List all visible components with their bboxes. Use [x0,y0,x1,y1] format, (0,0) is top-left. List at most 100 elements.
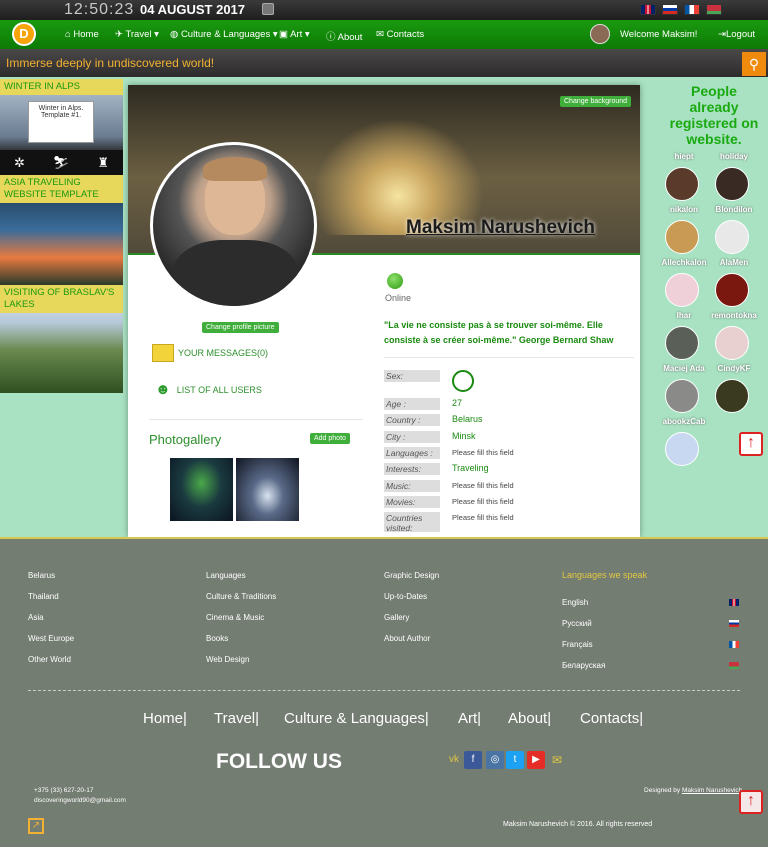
user-avatar[interactable] [715,220,749,254]
france-flag-icon[interactable] [684,4,700,15]
language-option[interactable]: Русский [562,619,592,628]
nav-home[interactable]: ⌂ Home [65,29,99,40]
logout-link[interactable]: ⇥Logout [718,29,755,40]
expand-icon[interactable]: ↗ [28,818,44,834]
user-name[interactable]: Blondilon [704,205,764,214]
card-preview: Winter in Alps. Template #1. [28,101,94,143]
footer-nav-item[interactable]: Contacts| [580,710,643,727]
language-option[interactable]: English [562,598,588,607]
languages-title: Languages we speak [562,570,648,580]
email-icon[interactable]: ✉ [548,751,566,769]
sidebar-card-braslav[interactable]: VISITING OF BRASLAV'S LAKES [0,285,123,393]
user-name[interactable]: abookzCab [654,417,714,426]
footer-link[interactable]: Languages [206,571,246,580]
user-avatar[interactable] [715,379,749,413]
gallery-title: Photogallery [149,432,222,447]
calendar-icon[interactable] [262,3,274,15]
user-avatar[interactable] [665,432,699,466]
online-status-icon [387,273,403,289]
footer-link[interactable]: Web Design [206,655,249,664]
footer-nav-item[interactable]: Home| [143,710,187,727]
footer-link[interactable]: West Europe [28,634,74,643]
sidebar-card-asia[interactable]: ASIA TRAVELING WEBSITE TEMPLATE [0,175,123,285]
user-avatar[interactable] [665,379,699,413]
field-value-movies: Please fill this field [452,497,514,506]
russia-flag-icon[interactable] [729,620,739,627]
user-avatar[interactable] [665,167,699,201]
footer-link[interactable]: About Author [384,634,430,643]
user-avatar[interactable] [665,273,699,307]
user-name[interactable]: remontokna [704,311,764,320]
ticker-bar: Immerse deeply in undiscovered world! [0,49,768,77]
footer-nav-item[interactable]: About| [508,710,551,727]
user-avatar[interactable] [715,326,749,360]
belarus-flag-icon[interactable] [706,4,722,15]
language-option[interactable]: Беларуская [562,661,605,670]
footer-link[interactable]: Other World [28,655,71,664]
instagram-icon[interactable]: ◎ [486,751,504,769]
uk-flag-icon[interactable] [640,4,656,15]
field-label-languages: Languages : [384,447,440,459]
footer-email[interactable]: discoveringworld90@gmail.com [34,797,126,804]
change-profile-picture-button[interactable]: Change profile picture [202,322,279,333]
footer-link[interactable]: Up-to-Dates [384,592,427,601]
nav-culture[interactable]: ◍ Culture & Languages ▾ [170,29,278,40]
russia-flag-icon[interactable] [662,4,678,15]
add-photo-button[interactable]: Add photo [310,433,350,444]
change-background-button[interactable]: Change background [560,96,632,107]
uk-flag-icon[interactable] [729,599,739,606]
nav-art[interactable]: ▣ Art ▾ [279,29,310,40]
designer-link[interactable]: Maksim Narushevich [682,787,742,794]
footer-link[interactable]: Books [206,634,228,643]
user-name[interactable]: CindyKF [704,364,764,373]
user-name[interactable]: AlaMen [704,258,764,267]
footer-link[interactable]: Cinema & Music [206,613,264,622]
field-value-interests: Traveling [452,463,489,473]
nav-about[interactable]: ⓘ About [326,29,362,43]
envelope-icon [152,344,174,362]
user-avatar[interactable] [665,326,699,360]
field-value-country: Belarus [452,414,483,424]
field-label-movies: Movies: [384,496,440,508]
field-value-age: 27 [452,398,463,408]
search-button[interactable]: ⚲ [742,52,766,76]
facebook-icon[interactable]: f [464,751,482,769]
field-label-country: Country : [384,414,440,426]
user-avatar[interactable] [665,220,699,254]
vk-icon[interactable]: vk [445,751,463,769]
users-icon: ☻ [155,381,171,398]
gallery-thumb[interactable] [170,458,233,521]
nav-travel[interactable]: ✈ Travel ▾ [115,29,159,40]
footer-nav-item[interactable]: Culture & Languages| [284,710,429,727]
user-avatar[interactable] [590,24,610,44]
youtube-icon[interactable]: ▶ [527,751,545,769]
language-option[interactable]: Français [562,640,593,649]
users-list-link[interactable]: ☻ LIST OF ALL USERS [155,381,262,398]
profile-name: Maksim Narushevich [406,217,596,238]
sidebar-card-title: VISITING OF BRASLAV'S LAKES [0,285,123,313]
follow-us-heading: FOLLOW US [216,750,342,773]
messages-link[interactable]: YOUR MESSAGES(0) [152,344,268,362]
footer-link[interactable]: Graphic Design [384,571,439,580]
footer-nav-item[interactable]: Travel| [214,710,259,727]
nav-contacts[interactable]: ✉ Contacts [376,29,424,40]
france-flag-icon[interactable] [729,641,739,648]
footer-link[interactable]: Asia [28,613,44,622]
footer-link[interactable]: Gallery [384,613,409,622]
field-label-sex: Sex: [384,370,440,382]
scroll-up-button[interactable]: ↑ [739,432,763,456]
field-label-city: City : [384,431,440,443]
field-label-interests: Interests: [384,463,440,475]
scroll-up-button[interactable]: ↑ [739,790,763,814]
footer-nav-item[interactable]: Art| [458,710,481,727]
user-name[interactable]: holiday [704,152,764,161]
gallery-thumb[interactable] [236,458,299,521]
site-logo[interactable]: D [12,22,36,46]
twitter-icon[interactable]: t [506,751,524,769]
belarus-flag-icon[interactable] [729,662,739,669]
footer-link[interactable]: Culture & Traditions [206,592,276,601]
footer-link[interactable]: Belarus [28,571,55,580]
footer-link[interactable]: Thailand [28,592,59,601]
user-avatar[interactable] [715,167,749,201]
user-avatar[interactable] [715,273,749,307]
